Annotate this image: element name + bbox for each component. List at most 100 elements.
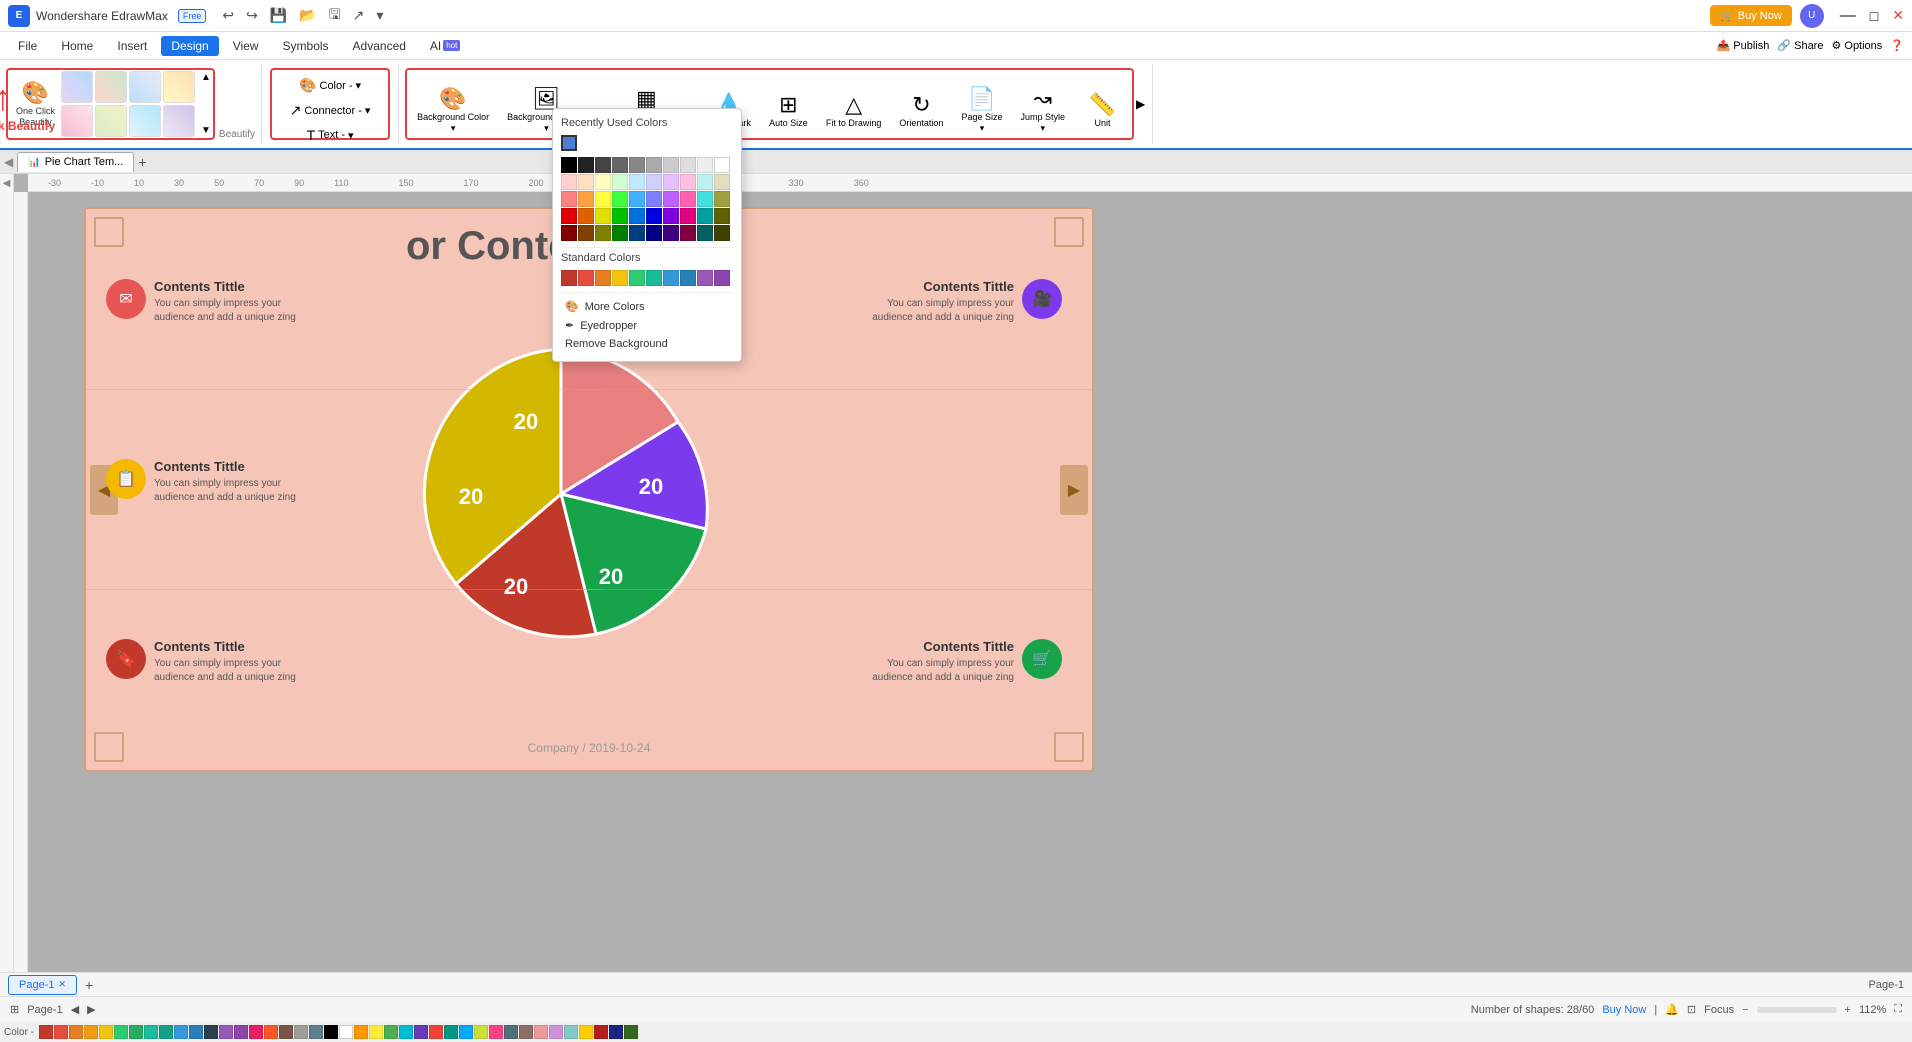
publish-icon[interactable]: 📤 Publish xyxy=(1717,39,1770,52)
sw-b5[interactable] xyxy=(629,191,645,207)
bar-swatch-7[interactable] xyxy=(129,1025,143,1039)
bar-swatch-32[interactable] xyxy=(504,1025,518,1039)
swatch-666[interactable] xyxy=(612,157,628,173)
ribbon-scroll-right[interactable]: ▶ xyxy=(1136,66,1148,142)
bar-swatch-34[interactable] xyxy=(534,1025,548,1039)
zoom-slider[interactable] xyxy=(1757,1007,1837,1013)
page-tab-1[interactable]: Page-1 ✕ xyxy=(8,975,77,995)
swatch-ddd[interactable] xyxy=(680,157,696,173)
bar-swatch-23[interactable] xyxy=(369,1025,383,1039)
bar-swatch-9[interactable] xyxy=(159,1025,173,1039)
fit-icon[interactable]: ⊡ xyxy=(1687,1003,1696,1016)
menu-home[interactable]: Home xyxy=(51,36,103,56)
swatch-ccc[interactable] xyxy=(663,157,679,173)
menu-view[interactable]: View xyxy=(223,36,269,56)
bar-swatch-12[interactable] xyxy=(204,1025,218,1039)
bar-swatch-8[interactable] xyxy=(144,1025,158,1039)
notification-icon[interactable]: 🔔 xyxy=(1665,1003,1679,1016)
menu-file[interactable]: File xyxy=(8,36,47,56)
menu-ai[interactable]: AI hot xyxy=(420,36,470,56)
open-icon[interactable]: 📂 xyxy=(295,5,320,26)
swatch-aaa[interactable] xyxy=(646,157,662,173)
focus-label[interactable]: Focus xyxy=(1704,1004,1734,1016)
bar-swatch-13[interactable] xyxy=(219,1025,233,1039)
menu-advanced[interactable]: Advanced xyxy=(343,36,416,56)
preset-5[interactable] xyxy=(61,105,93,137)
swatch-black[interactable] xyxy=(561,157,577,173)
bar-swatch-25[interactable] xyxy=(399,1025,413,1039)
minimize-button[interactable]: — xyxy=(1840,7,1856,25)
sw-c1[interactable] xyxy=(561,208,577,224)
sw-r1[interactable] xyxy=(561,174,577,190)
bar-swatch-29[interactable] xyxy=(459,1025,473,1039)
sw-c5[interactable] xyxy=(629,208,645,224)
bar-swatch-38[interactable] xyxy=(594,1025,608,1039)
sw-d6[interactable] xyxy=(646,225,662,241)
bar-swatch-24[interactable] xyxy=(384,1025,398,1039)
preset-2[interactable] xyxy=(95,71,127,103)
std-8[interactable] xyxy=(680,270,696,286)
swatch-444[interactable] xyxy=(595,157,611,173)
menu-insert[interactable]: Insert xyxy=(107,36,157,56)
unit-btn[interactable]: 📏 Unit xyxy=(1075,72,1130,148)
page-prev[interactable]: ◀ xyxy=(71,1003,79,1016)
sw-b3[interactable] xyxy=(595,191,611,207)
page-next[interactable]: ▶ xyxy=(87,1003,95,1016)
sw-d4[interactable] xyxy=(612,225,628,241)
bar-swatch-37[interactable] xyxy=(579,1025,593,1039)
zoom-in[interactable]: + xyxy=(1845,1004,1851,1016)
preset-1[interactable] xyxy=(61,71,93,103)
more-colors-item[interactable]: 🎨 More Colors xyxy=(561,297,733,316)
maximize-button[interactable]: □ xyxy=(1870,8,1878,24)
sw-b10[interactable] xyxy=(714,191,730,207)
preset-3[interactable] xyxy=(129,71,161,103)
bar-swatch-5[interactable] xyxy=(99,1025,113,1039)
eyedropper-item[interactable]: ✒ Eyedropper xyxy=(561,316,733,335)
layout-icon[interactable]: ⊞ xyxy=(10,1003,19,1016)
sw-d1[interactable] xyxy=(561,225,577,241)
bar-swatch-27[interactable] xyxy=(429,1025,443,1039)
add-page-button[interactable]: + xyxy=(85,977,93,993)
swatch-white[interactable] xyxy=(714,157,730,173)
preset-6[interactable] xyxy=(95,105,127,137)
bar-swatch-1[interactable] xyxy=(39,1025,53,1039)
sw-c6[interactable] xyxy=(646,208,662,224)
sw-b8[interactable] xyxy=(680,191,696,207)
sw-d2[interactable] xyxy=(578,225,594,241)
swatch-888[interactable] xyxy=(629,157,645,173)
page-tab-close[interactable]: ✕ xyxy=(58,979,66,990)
sw-c8[interactable] xyxy=(680,208,696,224)
remove-background-item[interactable]: Remove Background xyxy=(561,335,733,353)
color-btn[interactable]: 🎨 Color - ▾ xyxy=(293,74,367,97)
buy-now-status[interactable]: Buy Now xyxy=(1602,1004,1646,1016)
sw-c2[interactable] xyxy=(578,208,594,224)
sw-c4[interactable] xyxy=(612,208,628,224)
sw-b9[interactable] xyxy=(697,191,713,207)
beautify-down[interactable]: ▼ xyxy=(201,125,211,136)
add-tab-button[interactable]: + xyxy=(138,154,146,170)
sw-d3[interactable] xyxy=(595,225,611,241)
menu-design[interactable]: Design xyxy=(161,36,218,56)
bar-swatch-11[interactable] xyxy=(189,1025,203,1039)
sw-r3[interactable] xyxy=(595,174,611,190)
beautify-up[interactable]: ▲ xyxy=(201,72,211,83)
bar-swatch-33[interactable] xyxy=(519,1025,533,1039)
text-btn[interactable]: T Text - ▾ xyxy=(301,124,360,146)
std-4[interactable] xyxy=(612,270,628,286)
bar-swatch-3[interactable] xyxy=(69,1025,83,1039)
sw-c9[interactable] xyxy=(697,208,713,224)
sw-b6[interactable] xyxy=(646,191,662,207)
bar-swatch-14[interactable] xyxy=(234,1025,248,1039)
orientation-btn[interactable]: ↻ Orientation xyxy=(891,72,951,148)
jump-style-btn[interactable]: ↝ Jump Style ▾ xyxy=(1012,72,1073,148)
bar-swatch-30[interactable] xyxy=(474,1025,488,1039)
std-10[interactable] xyxy=(714,270,730,286)
share-action[interactable]: 🔗 Share xyxy=(1777,39,1823,52)
page-size-btn[interactable]: 📄 Page Size ▾ xyxy=(953,72,1010,148)
sw-r4[interactable] xyxy=(612,174,628,190)
help-action[interactable]: ❓ xyxy=(1890,39,1904,52)
sw-c7[interactable] xyxy=(663,208,679,224)
connector-btn[interactable]: ↗ Connector - ▾ xyxy=(284,99,377,122)
sw-b7[interactable] xyxy=(663,191,679,207)
std-1[interactable] xyxy=(561,270,577,286)
